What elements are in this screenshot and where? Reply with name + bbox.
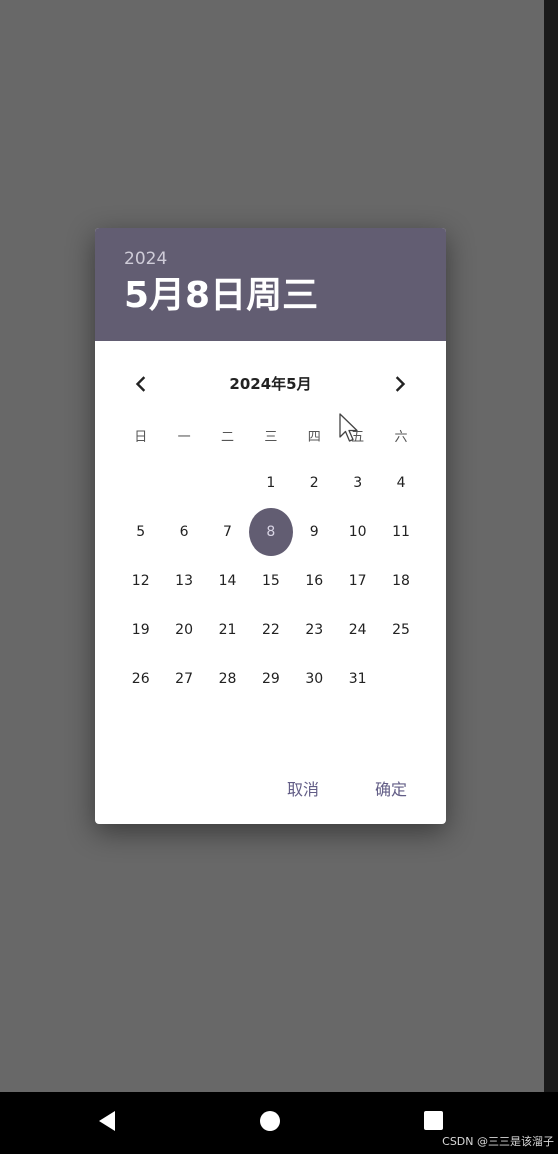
year-label[interactable]: 2024 <box>124 228 446 270</box>
calendar-grid: 日 一 二 三 四 五 六 1 2 3 4 5 6 7 8 9 10 11 12 13 14 15 16 17 1… <box>119 418 423 703</box>
day-27[interactable]: 27 <box>162 654 205 703</box>
day-10[interactable]: 10 <box>336 507 379 556</box>
day-24[interactable]: 24 <box>336 605 379 654</box>
empty-day-cell <box>379 654 422 703</box>
dialog-actions: 取消 确定 <box>95 774 446 806</box>
day-4[interactable]: 4 <box>379 458 422 507</box>
home-icon[interactable] <box>260 1111 280 1131</box>
calendar-week-row: 19 20 21 22 23 24 25 <box>119 605 423 654</box>
weekday-label: 三 <box>264 430 278 445</box>
ok-button[interactable]: 确定 <box>375 774 407 806</box>
watermark: CSDN @三三是该溜子 <box>442 1135 554 1148</box>
day-7[interactable]: 7 <box>206 507 249 556</box>
day-16[interactable]: 16 <box>293 556 336 605</box>
weekday-header: 日 一 二 三 四 五 六 <box>119 418 423 458</box>
day-22[interactable]: 22 <box>249 605 292 654</box>
day-28[interactable]: 28 <box>206 654 249 703</box>
empty-day-cell <box>206 458 249 507</box>
day-11[interactable]: 11 <box>379 507 422 556</box>
calendar-week-row: 26 27 28 29 30 31 <box>119 654 423 703</box>
day-26[interactable]: 26 <box>119 654 162 703</box>
weekday-label: 二 <box>220 430 234 445</box>
weekday-label: 日 <box>134 430 148 445</box>
day-30[interactable]: 30 <box>293 654 336 703</box>
date-picker-header: 2024 5月8日周三 <box>95 228 446 341</box>
month-navigation: 2024年5月 <box>95 364 446 404</box>
device-edge <box>544 0 558 1092</box>
mouse-cursor-icon <box>339 413 358 442</box>
calendar-week-row: 1234 <box>119 458 423 507</box>
day-19[interactable]: 19 <box>119 605 162 654</box>
empty-day-cell <box>162 458 205 507</box>
day-6[interactable]: 6 <box>162 507 205 556</box>
day-3[interactable]: 3 <box>336 458 379 507</box>
weekday-label: 四 <box>307 430 321 445</box>
back-icon[interactable] <box>97 1110 117 1132</box>
day-25[interactable]: 25 <box>379 605 422 654</box>
cancel-button[interactable]: 取消 <box>287 774 319 806</box>
day-17[interactable]: 17 <box>336 556 379 605</box>
calendar-weeks: 1 2 3 4 5 6 7 8 9 10 11 12 13 14 15 16 17 18 19 20 21 22 23 24 2… <box>119 458 423 703</box>
day-12[interactable]: 12 <box>119 556 162 605</box>
day-9[interactable]: 9 <box>293 507 336 556</box>
day-5[interactable]: 5 <box>119 507 162 556</box>
weekday-label: 六 <box>394 430 408 445</box>
day-21[interactable]: 21 <box>206 605 249 654</box>
day-29[interactable]: 29 <box>249 654 292 703</box>
chevron-left-icon <box>135 376 146 392</box>
chevron-right-icon <box>395 376 406 392</box>
calendar-week-row: 5 6 7 8 9 10 11 <box>119 507 423 556</box>
date-picker-dialog: 2024 5月8日周三 2024年5月 日 一 二 三 四 五 六 123456… <box>95 228 446 824</box>
day-14[interactable]: 14 <box>206 556 249 605</box>
day-23[interactable]: 23 <box>293 605 336 654</box>
weekday-label: 一 <box>177 430 191 445</box>
day-31[interactable]: 31 <box>336 654 379 703</box>
previous-month-button[interactable] <box>121 364 161 404</box>
day-1[interactable]: 1 <box>249 458 292 507</box>
selected-date-title[interactable]: 5月8日周三 <box>124 272 446 320</box>
day-13[interactable]: 13 <box>162 556 205 605</box>
selected-day-circle: 8 <box>249 507 293 556</box>
empty-day-cell <box>119 458 162 507</box>
next-month-button[interactable] <box>380 364 420 404</box>
day-15[interactable]: 15 <box>249 556 292 605</box>
day-8[interactable]: 8 <box>249 507 293 556</box>
calendar-week-row: 12 13 14 15 16 17 18 <box>119 556 423 605</box>
recent-apps-icon[interactable] <box>424 1111 443 1130</box>
day-20[interactable]: 20 <box>162 605 205 654</box>
day-2[interactable]: 2 <box>293 458 336 507</box>
day-18[interactable]: 18 <box>379 556 422 605</box>
